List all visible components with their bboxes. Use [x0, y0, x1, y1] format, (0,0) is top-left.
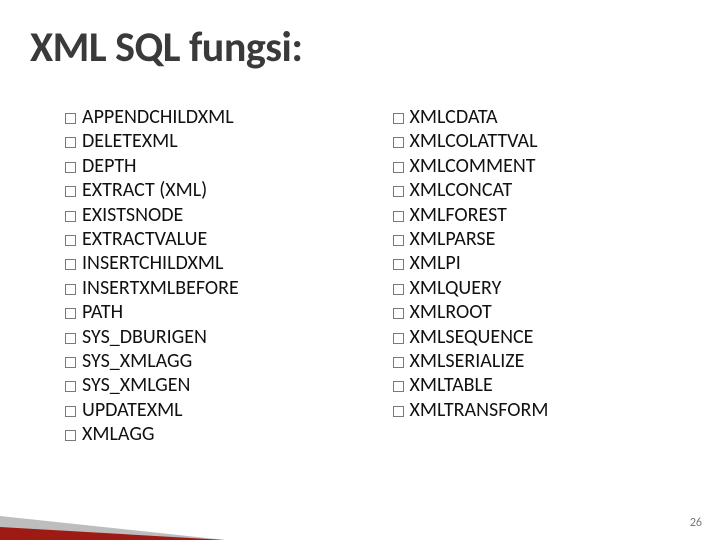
- list-item: XMLQUERY: [393, 276, 681, 300]
- list-item-label: XMLTRANSFORM: [410, 398, 549, 422]
- bullet-icon: [393, 137, 404, 148]
- bullet-icon: [65, 211, 76, 222]
- list-item: UPDATEXML: [65, 398, 353, 422]
- list-item-label: XMLCDATA: [410, 105, 498, 129]
- list-item: SYS_XMLGEN: [65, 373, 353, 397]
- list-item-label: UPDATEXML: [82, 398, 183, 422]
- list-item: XMLPARSE: [393, 227, 681, 251]
- bullet-icon: [65, 259, 76, 270]
- list-item-label: XMLAGG: [82, 422, 155, 446]
- list-item: XMLPI: [393, 251, 681, 275]
- list-item-label: XMLTABLE: [410, 373, 493, 397]
- list-item-label: EXISTSNODE: [82, 203, 183, 227]
- left-column: APPENDCHILDXML DELETEXML DEPTH EXTRACT (…: [65, 105, 353, 446]
- bullet-icon: [393, 186, 404, 197]
- list-item-label: EXTRACT (XML): [82, 178, 207, 202]
- list-item-label: XMLSEQUENCE: [410, 325, 534, 349]
- list-item-label: XMLPI: [410, 251, 461, 275]
- bullet-icon: [393, 113, 404, 124]
- list-item-label: XMLSERIALIZE: [410, 349, 525, 373]
- bullet-icon: [393, 259, 404, 270]
- list-item-label: INSERTCHILDXML: [82, 251, 223, 275]
- list-item: XMLCDATA: [393, 105, 681, 129]
- right-column: XMLCDATA XMLCOLATTVAL XMLCOMMENT XMLCONC…: [393, 105, 681, 446]
- bullet-icon: [393, 162, 404, 173]
- list-item: XMLROOT: [393, 300, 681, 324]
- list-item: EXTRACTVALUE: [65, 227, 353, 251]
- bullet-icon: [65, 284, 76, 295]
- bullet-icon: [393, 211, 404, 222]
- list-item-label: XMLCOMMENT: [410, 154, 536, 178]
- list-item-label: INSERTXMLBEFORE: [82, 276, 239, 300]
- bullet-icon: [65, 308, 76, 319]
- bullet-icon: [65, 381, 76, 392]
- bullet-icon: [393, 333, 404, 344]
- list-item: PATH: [65, 300, 353, 324]
- list-item: INSERTXMLBEFORE: [65, 276, 353, 300]
- list-item: XMLSEQUENCE: [393, 325, 681, 349]
- list-item: APPENDCHILDXML: [65, 105, 353, 129]
- bullet-icon: [65, 137, 76, 148]
- bullet-icon: [393, 357, 404, 368]
- bullet-icon: [393, 406, 404, 417]
- list-item-label: XMLCONCAT: [410, 178, 513, 202]
- bullet-icon: [393, 284, 404, 295]
- list-item: DEPTH: [65, 154, 353, 178]
- bullet-icon: [65, 235, 76, 246]
- list-item-label: SYS_XMLAGG: [82, 349, 192, 373]
- list-item: XMLTABLE: [393, 373, 681, 397]
- bullet-icon: [393, 308, 404, 319]
- bullet-icon: [393, 235, 404, 246]
- list-item: XMLCOMMENT: [393, 154, 681, 178]
- content-columns: APPENDCHILDXML DELETEXML DEPTH EXTRACT (…: [65, 105, 680, 446]
- bullet-icon: [65, 333, 76, 344]
- list-item-label: XMLROOT: [410, 300, 492, 324]
- bullet-icon: [393, 381, 404, 392]
- list-item-label: XMLPARSE: [410, 227, 496, 251]
- list-item: SYS_DBURIGEN: [65, 325, 353, 349]
- list-item-label: DEPTH: [82, 154, 137, 178]
- list-item: XMLCONCAT: [393, 178, 681, 202]
- list-item-label: APPENDCHILDXML: [82, 105, 234, 129]
- list-item: XMLFOREST: [393, 203, 681, 227]
- bullet-icon: [65, 430, 76, 441]
- bullet-icon: [65, 162, 76, 173]
- list-item-label: SYS_XMLGEN: [82, 373, 190, 397]
- slide: XML SQL fungsi: APPENDCHILDXML DELETEXML…: [0, 0, 720, 540]
- page-number: 26: [690, 516, 702, 530]
- list-item-label: XMLFOREST: [410, 203, 507, 227]
- list-item: XMLTRANSFORM: [393, 398, 681, 422]
- list-item: INSERTCHILDXML: [65, 251, 353, 275]
- list-item-label: PATH: [82, 300, 123, 324]
- list-item: XMLSERIALIZE: [393, 349, 681, 373]
- bullet-icon: [65, 406, 76, 417]
- list-item-label: DELETEXML: [82, 129, 178, 153]
- list-item: EXISTSNODE: [65, 203, 353, 227]
- list-item: XMLCOLATTVAL: [393, 129, 681, 153]
- list-item: DELETEXML: [65, 129, 353, 153]
- list-item-label: XMLQUERY: [410, 276, 502, 300]
- list-item: EXTRACT (XML): [65, 178, 353, 202]
- bullet-icon: [65, 113, 76, 124]
- list-item: SYS_XMLAGG: [65, 349, 353, 373]
- list-item-label: SYS_DBURIGEN: [82, 325, 207, 349]
- list-item-label: EXTRACTVALUE: [82, 227, 207, 251]
- slide-title: XML SQL fungsi:: [30, 22, 302, 73]
- list-item: XMLAGG: [65, 422, 353, 446]
- bullet-icon: [65, 357, 76, 368]
- decorative-wedge-red: [0, 527, 225, 540]
- bullet-icon: [65, 186, 76, 197]
- list-item-label: XMLCOLATTVAL: [410, 129, 538, 153]
